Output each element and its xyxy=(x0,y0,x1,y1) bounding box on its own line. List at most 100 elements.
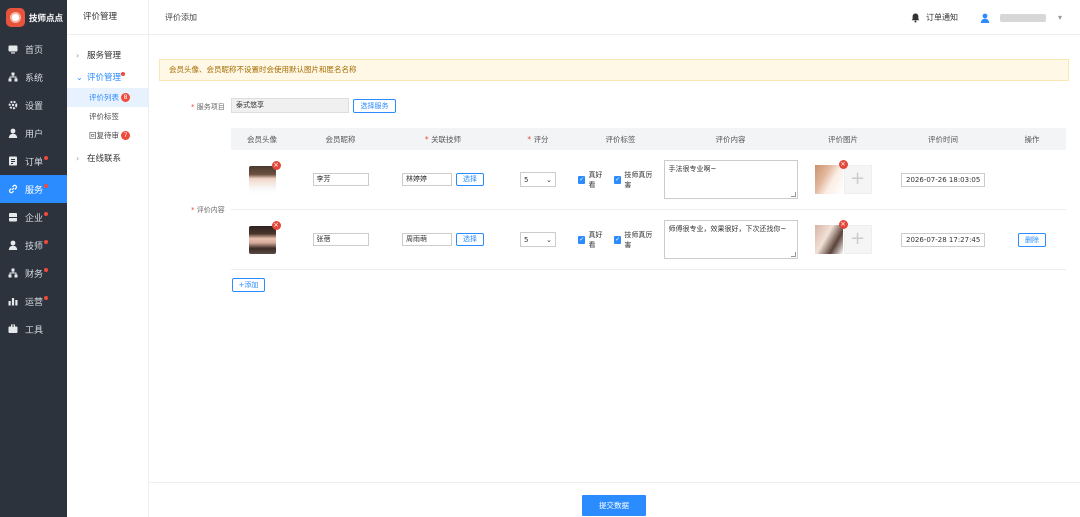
sidebar-item-8[interactable]: 财务 xyxy=(0,259,67,287)
service-input[interactable]: 泰式悠享 xyxy=(231,98,349,113)
table-cell: × + xyxy=(798,160,888,194)
column-header: * 评分 xyxy=(527,134,549,144)
badge-dot xyxy=(44,155,49,160)
subnav-item-label: 评价标签 xyxy=(89,112,119,121)
sidebar-item-2[interactable]: 设置 xyxy=(0,91,67,119)
table-cell: × xyxy=(231,160,293,194)
score-select[interactable]: 5 ⌄ xyxy=(520,232,556,247)
review-table: 会员头像 会员昵称 * 关联技师 * 评分 评价标签 评价内容 评价图片 评价时间 操作 × 李芳… xyxy=(231,128,1066,270)
subnav-group-review[interactable]: ⌄ 评价管理 xyxy=(67,66,148,88)
add-row-button[interactable]: +添加 xyxy=(232,278,265,292)
add-photo-button[interactable]: + xyxy=(843,225,872,254)
remove-photo-icon[interactable]: × xyxy=(838,220,848,229)
footer: 提交数据 xyxy=(149,482,1080,517)
select-technician-button[interactable]: 选择 xyxy=(456,173,484,186)
sidebar-item-6[interactable]: 企业 xyxy=(0,203,67,231)
tag-checkbox[interactable]: ✓ 技师真厉害 xyxy=(613,170,657,190)
review-time-input[interactable]: 2026-07-28 17:27:45 xyxy=(901,232,985,247)
user-name[interactable]: ●●●●●●●● xyxy=(999,13,1046,22)
sidebar-item-4[interactable]: 订单 xyxy=(0,147,67,175)
subnav-item-reply-pending[interactable]: 回复待审 7 xyxy=(67,126,148,145)
briefcase-icon xyxy=(8,324,18,334)
sidebar-item-9[interactable]: 运营 xyxy=(0,287,67,315)
add-photo-button[interactable]: + xyxy=(843,165,872,194)
order-icon xyxy=(8,156,18,166)
sidebar-item-1[interactable]: 系统 xyxy=(0,63,67,91)
nickname-input[interactable]: 李芳 xyxy=(312,173,369,186)
sidebar-item-label: 运营 xyxy=(25,297,44,308)
content-textarea[interactable]: 手法很专业啊~ xyxy=(663,160,798,199)
chevron-right-icon: › xyxy=(76,50,80,60)
member-avatar[interactable]: × xyxy=(248,220,281,254)
sidebar-item-7[interactable]: 技师 xyxy=(0,231,67,259)
user-icon xyxy=(8,240,18,250)
badge-dot xyxy=(121,71,126,76)
subnav-group-contact[interactable]: › 在线联系 xyxy=(67,147,148,169)
bell-icon[interactable] xyxy=(911,13,920,23)
submit-button[interactable]: 提交数据 xyxy=(582,495,646,516)
technician-input[interactable]: 周雨萌 xyxy=(402,233,452,246)
table-row: × 李芳 林婷婷 选择 5 ⌄ ✓ 真好看 ✓ 技师真厉害 手法很专业啊~ × +2026-07-26 … xyxy=(231,150,1066,210)
score-select[interactable]: 5 ⌄ xyxy=(520,172,556,187)
sidebar-item-label: 技师 xyxy=(25,241,44,252)
select-service-button[interactable]: 选择服务 xyxy=(353,99,396,113)
resize-handle-icon[interactable] xyxy=(790,192,796,197)
sidebar-item-5[interactable]: 服务 xyxy=(0,175,67,203)
subnav-group-label: 评价管理 xyxy=(87,73,122,83)
table-cell: 2026-07-28 17:27:45 xyxy=(888,232,998,247)
chevron-down-icon: ⌄ xyxy=(546,175,552,184)
tag-checkbox[interactable]: ✓ 技师真厉害 xyxy=(613,230,657,250)
content-textarea[interactable]: 师傅很专业，效果很好，下次还找你~ xyxy=(663,220,798,259)
sidebar-item-10[interactable]: 工具 xyxy=(0,315,67,343)
select-technician-button[interactable]: 选择 xyxy=(456,233,484,246)
resize-handle-icon[interactable] xyxy=(790,252,796,257)
review-time-input[interactable]: 2026-07-26 18:03:05 xyxy=(901,172,985,187)
subnav-group-service[interactable]: › 服务管理 xyxy=(67,44,148,66)
sidebar-item-label: 设置 xyxy=(25,101,44,112)
sidebar-item-label: 企业 xyxy=(25,213,44,224)
check-icon: ✓ xyxy=(578,235,586,244)
badge-dot xyxy=(44,295,49,300)
table-cell: 张蓓 xyxy=(293,233,388,246)
subnav-title: 评价管理 xyxy=(67,0,148,35)
member-avatar[interactable]: × xyxy=(248,160,281,194)
review-photo[interactable]: × xyxy=(814,220,848,254)
sidebar-item-0[interactable]: 首页 xyxy=(0,35,67,63)
tag-checkbox[interactable]: ✓ 真好看 xyxy=(578,170,608,190)
column-header: 会员昵称 xyxy=(325,134,356,144)
chart-icon xyxy=(8,296,18,306)
subnav-item-review-tags[interactable]: 评价标签 xyxy=(67,107,148,126)
count-badge: 7 xyxy=(121,131,130,140)
sidebar-item-label: 首页 xyxy=(25,45,44,56)
notice-bar: 会员头像、会员昵称不设置时会使用默认图片和匿名名称 xyxy=(159,59,1069,81)
table-cell: 手法很专业啊~ xyxy=(663,160,798,199)
column-header: * 关联技师 xyxy=(424,134,462,144)
remove-avatar-icon[interactable]: × xyxy=(271,160,281,170)
app-logo[interactable]: 技师点点 xyxy=(0,0,67,35)
technician-input[interactable]: 林婷婷 xyxy=(402,173,452,186)
nickname-input[interactable]: 张蓓 xyxy=(312,233,369,246)
top-header: 评价添加 订单通知 ●●●●●●●● ▾ xyxy=(149,0,1080,35)
link-icon xyxy=(8,184,18,194)
delete-row-button[interactable]: 删除 xyxy=(1018,232,1046,247)
order-notify-link[interactable]: 订单通知 xyxy=(926,12,958,23)
subnav-item-label: 回复待审 xyxy=(89,131,119,140)
table-cell: 2026-07-26 18:03:05 xyxy=(888,172,998,187)
service-label: * 服务项目 xyxy=(191,103,225,111)
subnav-item-review-list[interactable]: 评价列表 8 xyxy=(67,88,148,107)
badge-dot xyxy=(44,183,49,188)
remove-avatar-icon[interactable]: × xyxy=(271,220,281,230)
table-cell: 删除 xyxy=(998,232,1066,247)
content-label: * 评价内容 xyxy=(191,206,225,214)
badge-dot xyxy=(44,267,49,272)
breadcrumb: 评价添加 xyxy=(165,12,197,22)
tag-checkbox[interactable]: ✓ 真好看 xyxy=(578,230,608,250)
sidebar-item-3[interactable]: 用户 xyxy=(0,119,67,147)
caret-down-icon[interactable]: ▾ xyxy=(1058,13,1062,22)
remove-photo-icon[interactable]: × xyxy=(838,160,848,169)
review-photo[interactable]: × xyxy=(814,160,848,194)
column-header: 评价时间 xyxy=(928,134,958,144)
user-icon[interactable] xyxy=(980,13,990,23)
column-header: 评价标签 xyxy=(605,134,636,144)
table-cell: 林婷婷 选择 xyxy=(388,173,498,186)
